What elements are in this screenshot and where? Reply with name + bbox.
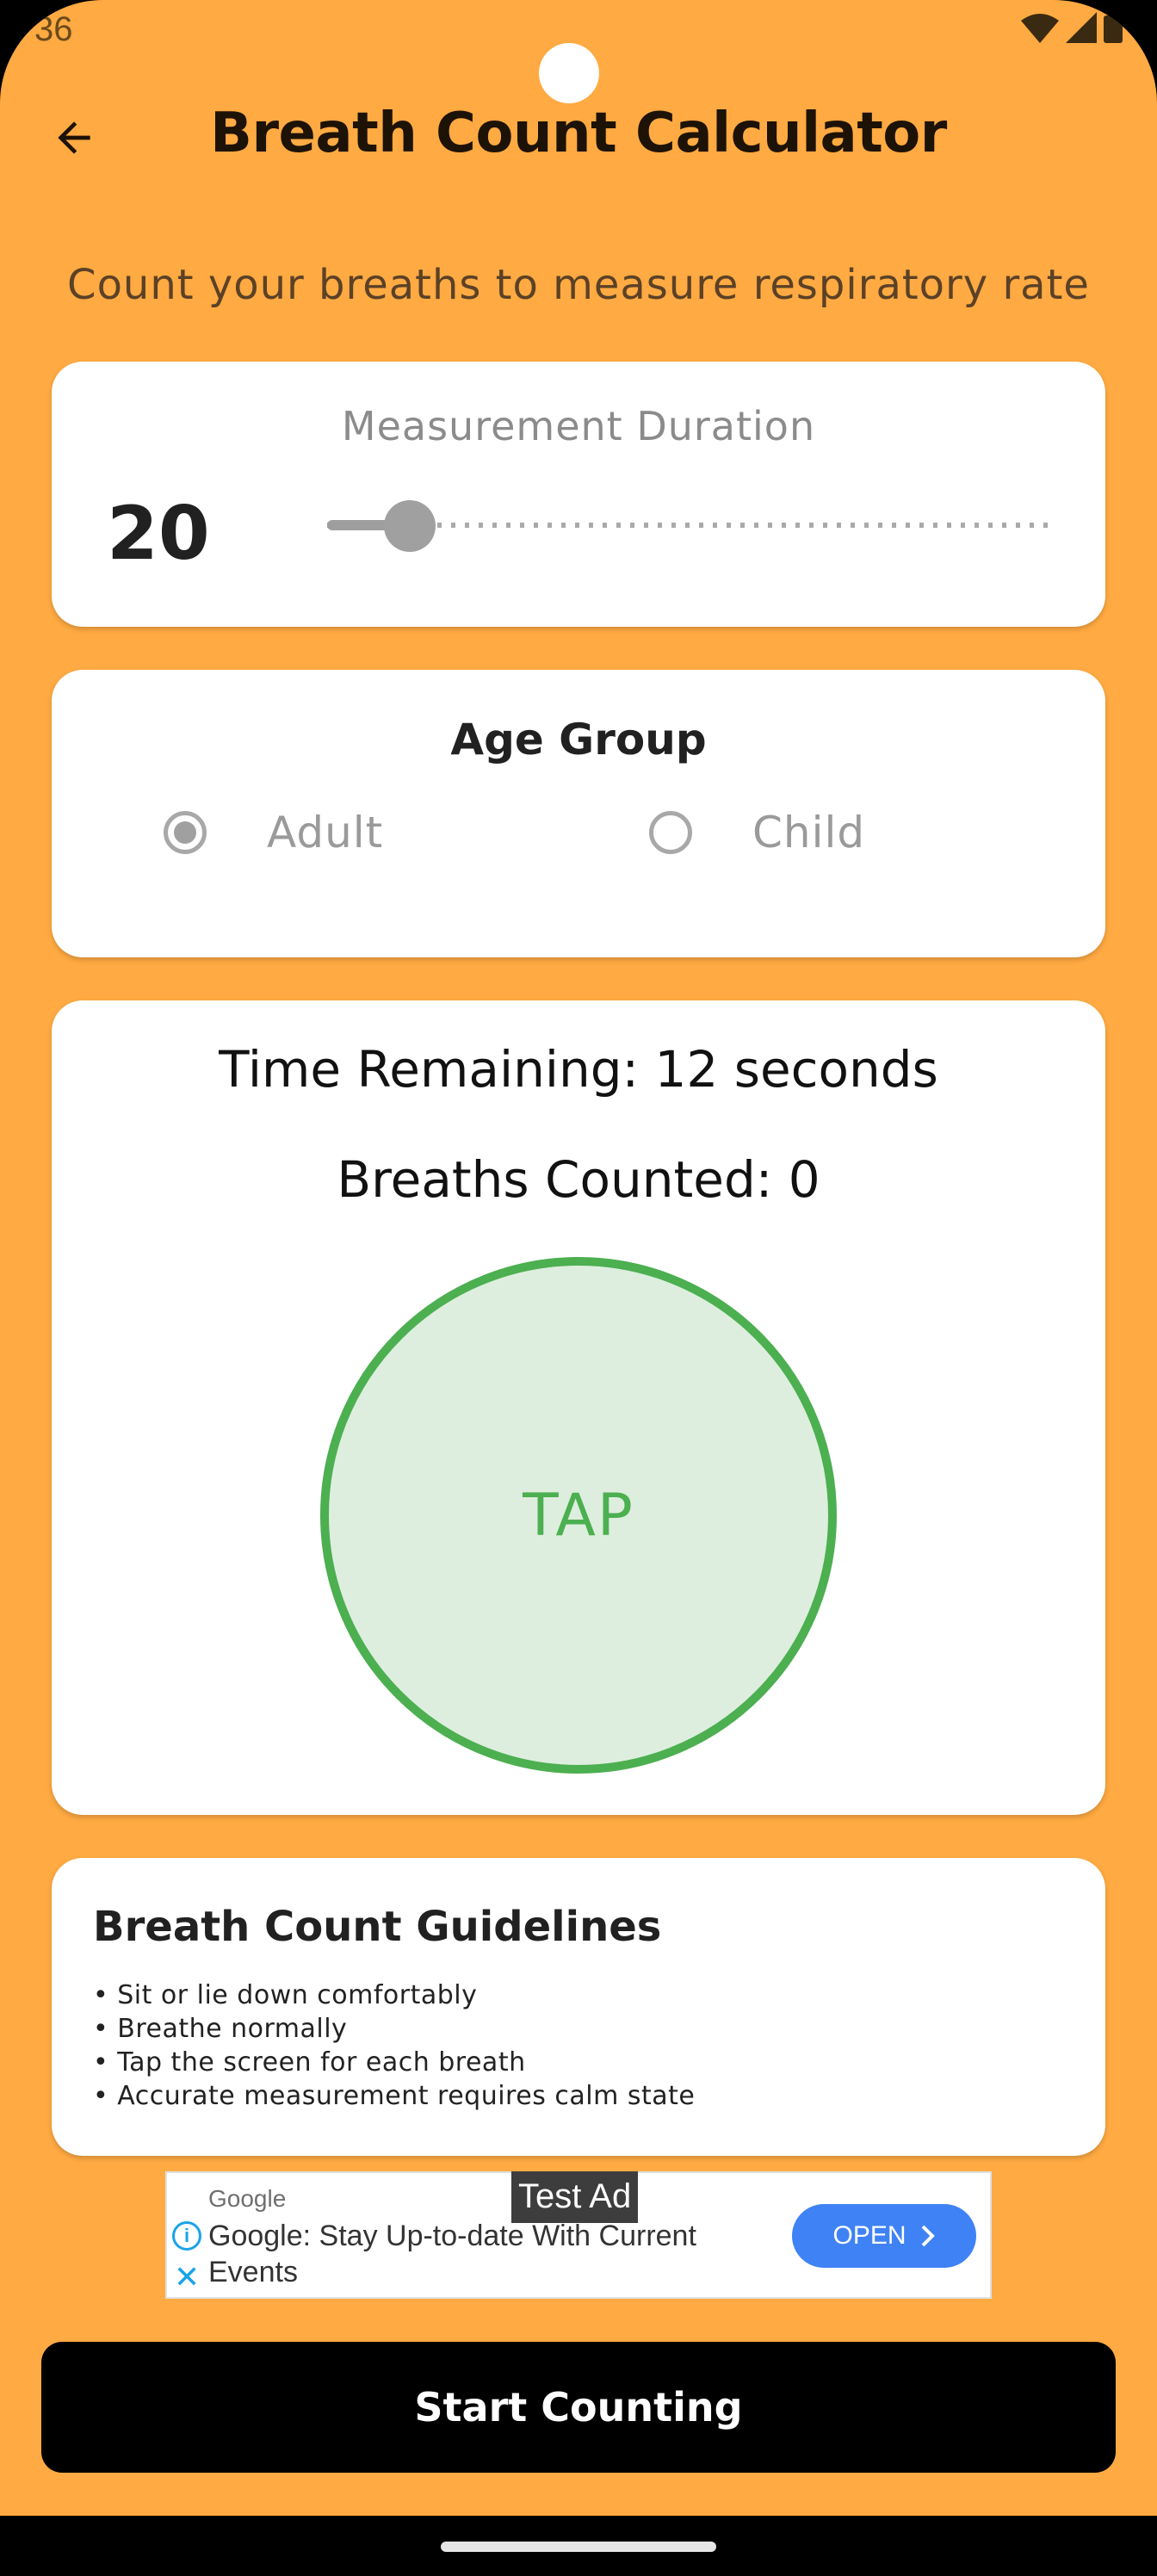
tap-button[interactable]: TAP [320,1257,837,1774]
start-counting-button[interactable]: Start Counting [41,2342,1116,2473]
duration-slider[interactable] [275,495,1050,555]
wifi-icon [1021,14,1059,46]
guidelines-title: Breath Count Guidelines [93,1903,662,1951]
navigation-bar [0,2516,1157,2576]
status-clock: 36 [34,10,73,48]
home-handle[interactable] [441,2542,716,2552]
radio-adult-label: Adult [267,808,384,858]
page-title: Breath Count Calculator [210,102,947,165]
status-icons [1021,12,1123,46]
page-subtitle: Count your breaths to measure respirator… [67,261,1090,309]
list-item: • Sit or lie down comfortably [93,1980,478,2010]
guidelines-list: • Sit or lie down comfortably • Breathe … [93,1978,695,2113]
guidelines-card: Breath Count Guidelines • Sit or lie dow… [52,1858,1105,2156]
ad-open-button[interactable]: OPEN [792,2204,976,2268]
duration-value: 20 [107,491,210,577]
slider-track [327,523,1050,528]
counter-card: Time Remaining: 12 seconds Breaths Count… [52,1000,1105,1815]
ad-open-label: OPEN [832,2221,906,2250]
close-icon[interactable]: ✕ [174,2259,200,2295]
breaths-counted: Breaths Counted: 0 [337,1150,820,1209]
radio-adult[interactable]: Adult [164,808,383,858]
time-remaining: Time Remaining: 12 seconds [219,1040,938,1099]
ad-banner[interactable]: Google i ✕ Google: Stay Up-to-date With … [165,2171,992,2299]
test-ad-badge: Test Ad [511,2171,639,2223]
list-item: • Accurate measurement requires calm sta… [93,2081,696,2111]
chevron-right-icon [921,2225,935,2247]
ad-advertiser: Google [208,2185,287,2212]
radio-child-label: Child [752,808,866,858]
app-bar: Breath Count Calculator [0,86,1157,189]
battery-icon [1104,12,1123,46]
radio-selected-icon[interactable] [164,811,207,854]
radio-unselected-icon[interactable] [649,811,692,854]
slider-thumb[interactable] [384,500,436,552]
duration-label: Measurement Duration [341,403,816,449]
list-item: • Breathe normally [93,2014,348,2044]
duration-card: Measurement Duration 20 [52,362,1105,627]
app-screen: 36 Breath Count Calculator Count your br… [0,0,1157,2576]
tap-label: TAP [523,1481,634,1550]
radio-child[interactable]: Child [649,808,865,858]
age-group-title: Age Group [450,715,707,765]
status-bar: 36 [0,0,1157,103]
ad-text[interactable]: Google: Stay Up-to-date With Current Eve… [208,2218,759,2290]
signal-icon [1066,12,1097,46]
age-group-card: Age Group Adult Child [52,670,1105,957]
info-icon[interactable]: i [172,2221,201,2251]
list-item: • Tap the screen for each breath [93,2047,526,2078]
